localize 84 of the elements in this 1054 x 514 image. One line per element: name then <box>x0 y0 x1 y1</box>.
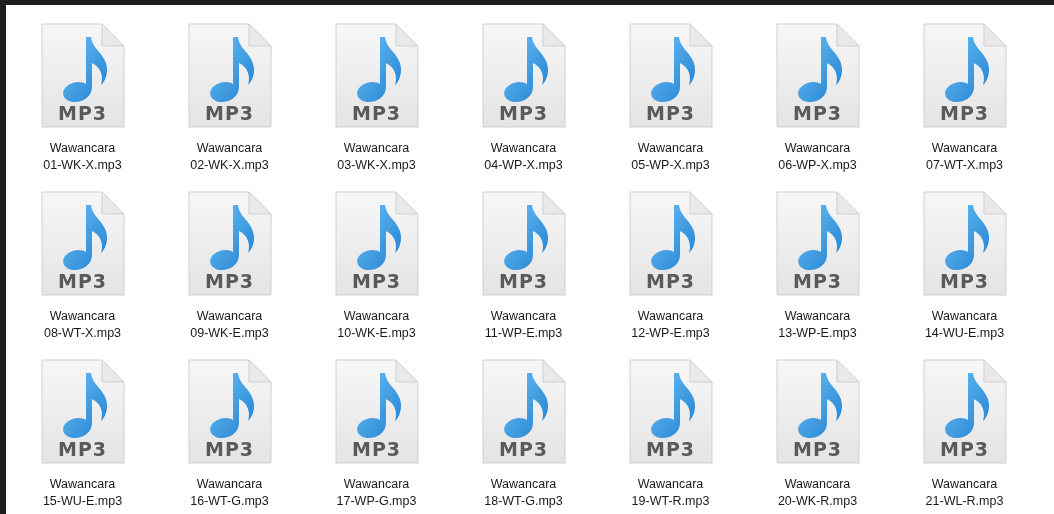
file-item[interactable]: MP3 Wawancara 10-WK-E.mp3 <box>305 190 448 352</box>
music-document-icon <box>921 191 1008 297</box>
file-name: Wawancara 03-WK-X.mp3 <box>337 140 416 174</box>
file-type-label: MP3 <box>203 101 256 125</box>
file-name: Wawancara 12-WP-E.mp3 <box>631 308 710 342</box>
file-item[interactable]: MP3 Wawancara 08-WT-X.mp3 <box>11 190 154 352</box>
music-document-icon <box>333 23 420 129</box>
file-type-label: MP3 <box>497 437 550 461</box>
file-type-label: MP3 <box>350 437 403 461</box>
file-name: Wawancara 21-WL-R.mp3 <box>925 476 1004 510</box>
music-document-icon <box>774 359 861 465</box>
file-item[interactable]: MP3 Wawancara 11-WP-E.mp3 <box>452 190 595 352</box>
file-item[interactable]: MP3 Wawancara 04-WP-X.mp3 <box>452 22 595 184</box>
music-document-icon <box>774 191 861 297</box>
file-item[interactable]: MP3 Wawancara 17-WP-G.mp3 <box>305 358 448 514</box>
music-document-icon <box>480 191 567 297</box>
music-document-icon <box>186 191 273 297</box>
music-document-icon <box>480 23 567 129</box>
file-name: Wawancara 13-WP-E.mp3 <box>778 308 857 342</box>
file-name: Wawancara 15-WU-E.mp3 <box>42 476 123 510</box>
file-type-label: MP3 <box>938 269 991 293</box>
file-name: Wawancara 08-WT-X.mp3 <box>43 308 122 342</box>
music-document-icon <box>627 23 714 129</box>
file-item[interactable]: MP3 Wawancara 18-WT-G.mp3 <box>452 358 595 514</box>
file-type-label: MP3 <box>203 437 256 461</box>
music-document-icon <box>627 191 714 297</box>
file-item[interactable]: MP3 Wawancara 19-WT-R.mp3 <box>599 358 742 514</box>
file-type-label: MP3 <box>644 269 697 293</box>
file-item[interactable]: MP3 Wawancara 06-WP-X.mp3 <box>746 22 889 184</box>
file-type-label: MP3 <box>497 269 550 293</box>
file-item[interactable]: MP3 Wawancara 15-WU-E.mp3 <box>11 358 154 514</box>
file-name: Wawancara 09-WK-E.mp3 <box>190 308 269 342</box>
music-document-icon <box>921 359 1008 465</box>
file-type-label: MP3 <box>56 101 109 125</box>
file-type-label: MP3 <box>644 101 697 125</box>
file-name: Wawancara 05-WP-X.mp3 <box>631 140 710 174</box>
file-name: Wawancara 17-WP-G.mp3 <box>336 476 417 510</box>
file-item[interactable]: MP3 Wawancara 09-WK-E.mp3 <box>158 190 301 352</box>
file-name: Wawancara 01-WK-X.mp3 <box>43 140 122 174</box>
file-name: Wawancara 07-WT-X.mp3 <box>925 140 1004 174</box>
file-type-label: MP3 <box>938 437 991 461</box>
file-item[interactable]: MP3 Wawancara 07-WT-X.mp3 <box>893 22 1036 184</box>
file-name: Wawancara 19-WT-R.mp3 <box>631 476 710 510</box>
file-item[interactable]: MP3 Wawancara 02-WK-X.mp3 <box>158 22 301 184</box>
file-type-label: MP3 <box>203 269 256 293</box>
file-type-label: MP3 <box>938 101 991 125</box>
music-document-icon <box>333 191 420 297</box>
file-name: Wawancara 20-WK-R.mp3 <box>777 476 858 510</box>
file-item[interactable]: MP3 Wawancara 03-WK-X.mp3 <box>305 22 448 184</box>
file-item[interactable]: MP3 Wawancara 01-WK-X.mp3 <box>11 22 154 184</box>
file-type-label: MP3 <box>56 437 109 461</box>
file-name: Wawancara 11-WP-E.mp3 <box>484 308 563 342</box>
file-type-label: MP3 <box>791 101 844 125</box>
file-type-label: MP3 <box>56 269 109 293</box>
file-type-label: MP3 <box>497 101 550 125</box>
music-document-icon <box>39 191 126 297</box>
file-item[interactable]: MP3 Wawancara 14-WU-E.mp3 <box>893 190 1036 352</box>
file-item[interactable]: MP3 Wawancara 05-WP-X.mp3 <box>599 22 742 184</box>
music-document-icon <box>333 359 420 465</box>
file-name: Wawancara 18-WT-G.mp3 <box>484 476 563 510</box>
music-document-icon <box>39 23 126 129</box>
file-type-label: MP3 <box>791 437 844 461</box>
music-document-icon <box>921 23 1008 129</box>
file-item[interactable]: MP3 Wawancara 20-WK-R.mp3 <box>746 358 889 514</box>
file-name: Wawancara 14-WU-E.mp3 <box>924 308 1005 342</box>
file-name: Wawancara 16-WT-G.mp3 <box>190 476 269 510</box>
file-name: Wawancara 04-WP-X.mp3 <box>484 140 563 174</box>
file-name: Wawancara 06-WP-X.mp3 <box>778 140 857 174</box>
file-item[interactable]: MP3 Wawancara 21-WL-R.mp3 <box>893 358 1036 514</box>
music-document-icon <box>186 23 273 129</box>
file-name: Wawancara 02-WK-X.mp3 <box>190 140 269 174</box>
music-document-icon <box>39 359 126 465</box>
file-item[interactable]: MP3 Wawancara 12-WP-E.mp3 <box>599 190 742 352</box>
file-type-label: MP3 <box>350 101 403 125</box>
file-type-label: MP3 <box>350 269 403 293</box>
music-document-icon <box>480 359 567 465</box>
file-type-label: MP3 <box>644 437 697 461</box>
music-document-icon <box>627 359 714 465</box>
file-item[interactable]: MP3 Wawancara 13-WP-E.mp3 <box>746 190 889 352</box>
file-item[interactable]: MP3 Wawancara 16-WT-G.mp3 <box>158 358 301 514</box>
file-type-label: MP3 <box>791 269 844 293</box>
music-document-icon <box>774 23 861 129</box>
music-document-icon <box>186 359 273 465</box>
file-name: Wawancara 10-WK-E.mp3 <box>337 308 416 342</box>
